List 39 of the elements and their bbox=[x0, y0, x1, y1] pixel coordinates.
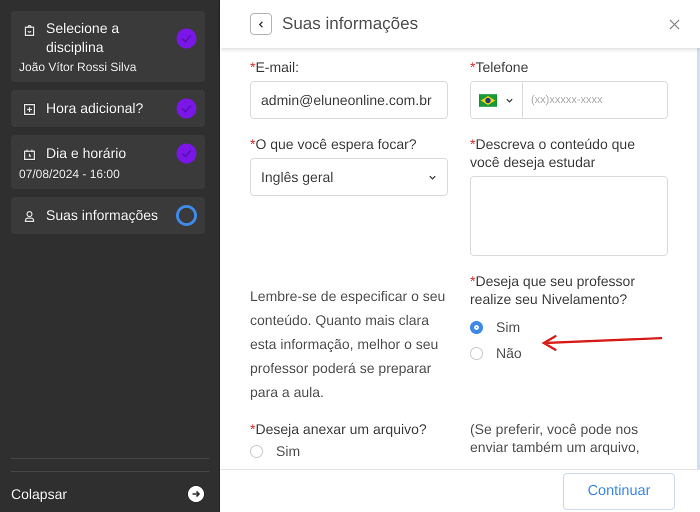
focus-select[interactable]: Inglês geral bbox=[250, 158, 448, 196]
radio-label: Sim bbox=[276, 443, 300, 459]
flag-icon bbox=[479, 94, 497, 106]
radio-button[interactable] bbox=[470, 346, 483, 360]
attach-note: (Se preferir, você pode nos enviar também um arquivo, bbox=[470, 420, 641, 457]
radio-label: Sim bbox=[496, 319, 520, 335]
field-label: *Deseja anexar um arquivo? bbox=[250, 420, 428, 438]
close-icon[interactable] bbox=[669, 18, 680, 30]
radio-label: Não bbox=[496, 345, 522, 361]
phone-field[interactable]: (xx)xxxxx-xxxx bbox=[523, 81, 668, 119]
radio-button[interactable] bbox=[250, 444, 263, 458]
step-title: Hora adicional? bbox=[46, 99, 144, 118]
person-icon bbox=[23, 210, 36, 223]
step-card[interactable]: Dia e horário 07/08/2024 - 16:00 bbox=[11, 135, 205, 189]
calendar-icon bbox=[23, 148, 36, 161]
back-button[interactable] bbox=[250, 13, 272, 35]
step-title: Dia e horário bbox=[46, 144, 128, 163]
collapse-label: Colapsar bbox=[11, 486, 68, 502]
country-select[interactable] bbox=[470, 81, 523, 119]
step-card[interactable]: Selecione a disciplina João Vítor Rossi Silva bbox=[11, 11, 205, 82]
field-label: *Descreva o conteúdo que você deseja estudar bbox=[470, 135, 636, 171]
step-card[interactable]: Hora adicional? bbox=[11, 90, 205, 127]
step-subtitle: João Vítor Rossi Silva bbox=[19, 60, 138, 74]
arrow-right-icon[interactable] bbox=[188, 486, 204, 502]
field-label: *E-mail: bbox=[250, 58, 300, 76]
panel-title: Suas informações bbox=[282, 14, 420, 34]
field-label: *O que você espera focar? bbox=[250, 135, 418, 153]
step-title: Suas informações bbox=[46, 206, 160, 225]
hint-text: Lembre-se de especificar o seu conteúdo. Quanto mais clara esta informação, melhor o seu professor poderá se preparar para a aula. bbox=[250, 287, 446, 402]
field-label: *Telefone bbox=[470, 58, 530, 76]
step-card[interactable]: Suas informações bbox=[11, 197, 205, 234]
chevron-left-icon bbox=[256, 20, 266, 28]
chevron-down-icon bbox=[428, 172, 437, 182]
field-label: *Deseja que seu professor realize seu Nivelamento? bbox=[470, 272, 636, 308]
radio-button[interactable] bbox=[470, 320, 483, 334]
step-subtitle: 07/08/2024 - 16:00 bbox=[19, 167, 121, 181]
step-title: Selecione a disciplina bbox=[46, 19, 120, 57]
chevron-down-icon bbox=[505, 96, 514, 104]
email-field[interactable]: admin@eluneonline.com.br bbox=[250, 81, 448, 119]
